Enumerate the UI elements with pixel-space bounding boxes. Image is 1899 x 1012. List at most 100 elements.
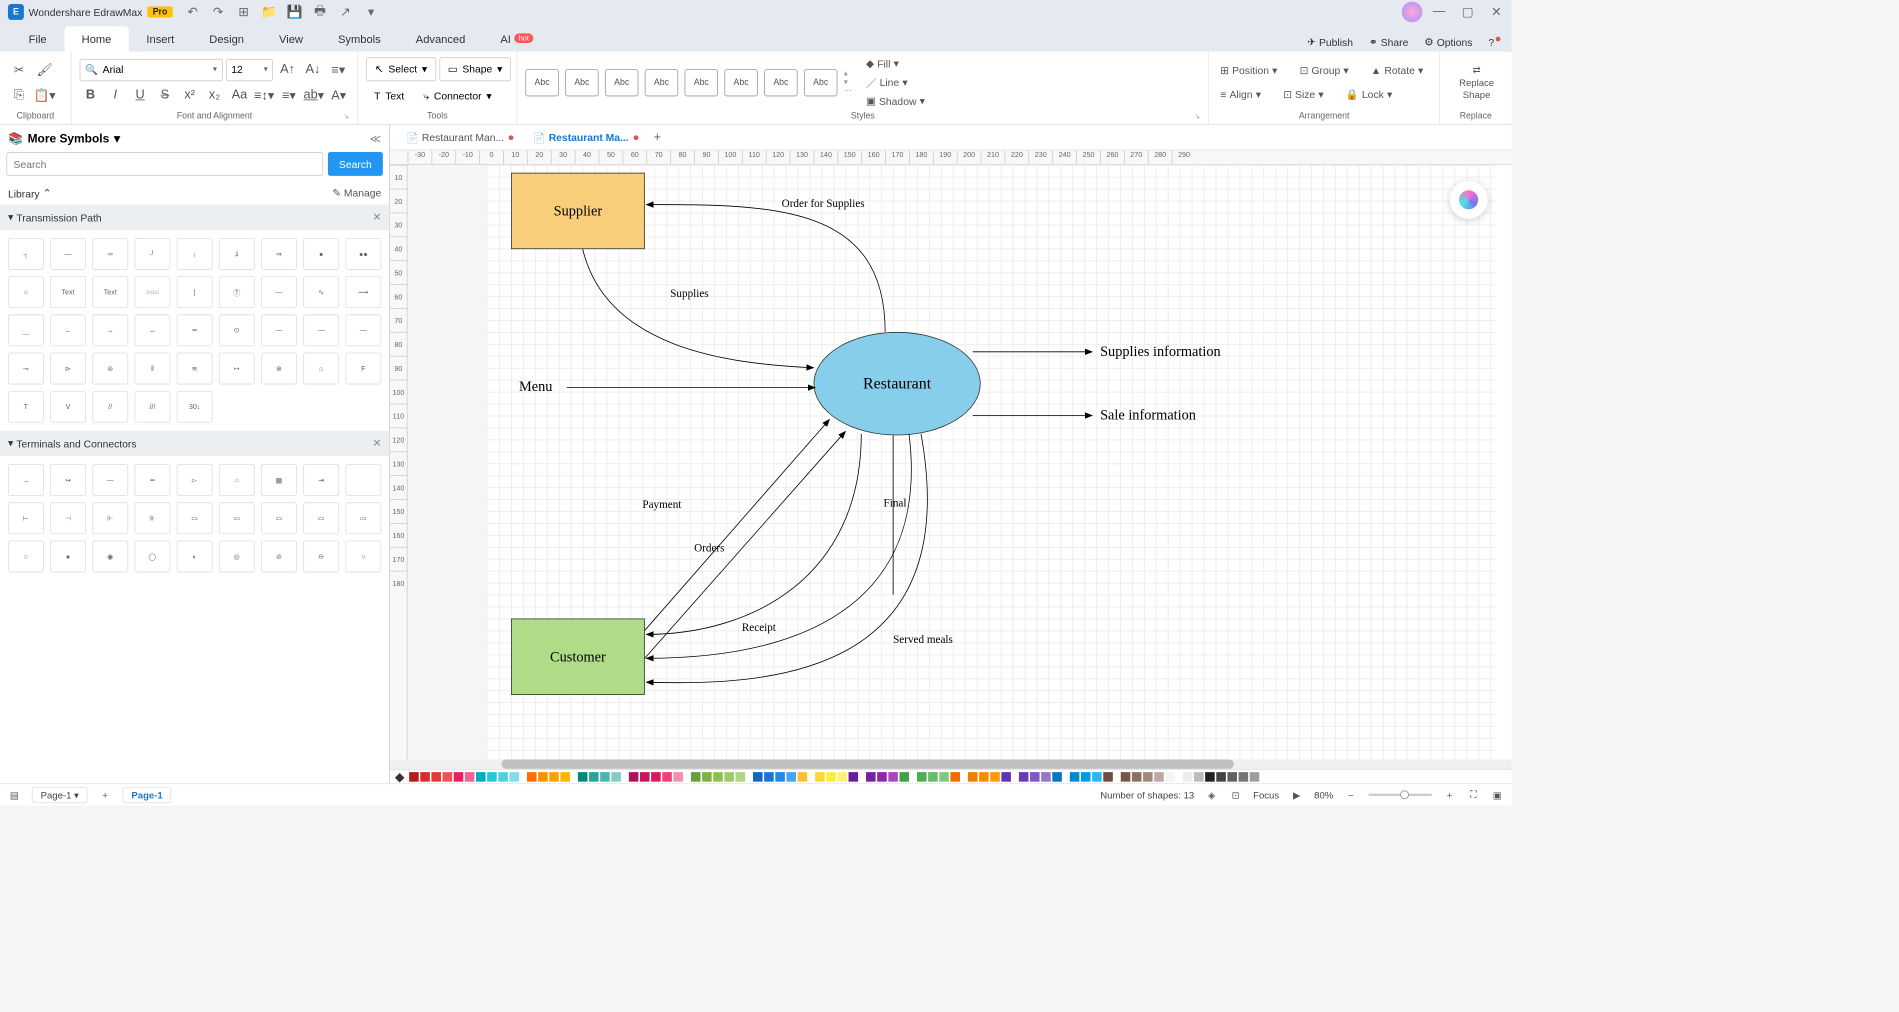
- shape-item[interactable]: ⊖: [303, 540, 339, 572]
- font-color-icon[interactable]: A▾: [328, 84, 350, 106]
- highlight-icon[interactable]: ab▾: [303, 84, 325, 106]
- menu-view[interactable]: View: [262, 26, 321, 51]
- shape-item[interactable]: ⇥: [303, 464, 339, 496]
- color-swatch[interactable]: [1165, 772, 1175, 782]
- collapse-panel-icon[interactable]: ≪: [370, 132, 382, 146]
- color-swatch[interactable]: [899, 772, 909, 782]
- open-icon[interactable]: 📁: [262, 5, 276, 19]
- print-icon[interactable]: 🖶: [313, 5, 327, 19]
- color-swatch[interactable]: [476, 772, 486, 782]
- export-icon[interactable]: ↗: [338, 5, 352, 19]
- close-icon[interactable]: ✕: [1489, 5, 1503, 19]
- bucket-icon[interactable]: ◆: [395, 769, 408, 783]
- color-swatch[interactable]: [1205, 772, 1215, 782]
- style-preset-5[interactable]: Abc: [685, 69, 718, 96]
- shape-item[interactable]: |: [177, 276, 213, 308]
- dialog-launcher-icon[interactable]: ↘: [343, 112, 349, 121]
- color-swatch[interactable]: [1154, 772, 1164, 782]
- font-select[interactable]: 🔍Arial: [80, 59, 223, 81]
- paste-icon[interactable]: 📋▾: [33, 84, 55, 106]
- color-swatch[interactable]: [527, 772, 537, 782]
- color-swatch[interactable]: [1216, 772, 1226, 782]
- category-transmission[interactable]: ▾ Transmission Path✕: [0, 205, 389, 230]
- shape-restaurant[interactable]: Restaurant: [814, 332, 981, 435]
- color-swatch[interactable]: [849, 772, 859, 782]
- style-preset-1[interactable]: Abc: [525, 69, 558, 96]
- color-swatch[interactable]: [560, 772, 570, 782]
- color-swatch[interactable]: [1227, 772, 1237, 782]
- shape-item[interactable]: —: [261, 276, 297, 308]
- color-swatch[interactable]: [736, 772, 746, 782]
- color-swatch[interactable]: [1183, 772, 1193, 782]
- shape-item[interactable]: ↓: [177, 238, 213, 270]
- dialog-launcher-icon-2[interactable]: ↘: [1194, 112, 1200, 121]
- edge-label[interactable]: Orders: [694, 543, 724, 556]
- shape-item[interactable]: [345, 464, 381, 496]
- font-size-select[interactable]: 12: [226, 59, 274, 81]
- share-button[interactable]: ⚭Share: [1369, 36, 1408, 49]
- color-swatch[interactable]: [1001, 772, 1011, 782]
- edge-label[interactable]: Menu: [519, 378, 552, 395]
- menu-insert[interactable]: Insert: [129, 26, 192, 51]
- color-swatch[interactable]: [724, 772, 734, 782]
- shape-item[interactable]: ○: [8, 276, 44, 308]
- color-swatch[interactable]: [538, 772, 548, 782]
- color-swatch[interactable]: [798, 772, 808, 782]
- color-swatch[interactable]: [1239, 772, 1249, 782]
- fullscreen-icon[interactable]: ▣: [1491, 788, 1504, 801]
- shape-item[interactable]: V: [50, 391, 86, 423]
- shape-item[interactable]: —: [92, 464, 128, 496]
- color-swatch[interactable]: [589, 772, 599, 782]
- color-swatch[interactable]: [640, 772, 650, 782]
- shape-item[interactable]: ///: [135, 391, 171, 423]
- color-swatch[interactable]: [431, 772, 441, 782]
- shape-item[interactable]: ∿: [303, 276, 339, 308]
- style-preset-7[interactable]: Abc: [764, 69, 797, 96]
- user-avatar[interactable]: [1402, 2, 1423, 23]
- edge-label[interactable]: Sale information: [1100, 407, 1196, 424]
- zoom-in-icon[interactable]: +: [1443, 788, 1456, 801]
- color-swatch[interactable]: [454, 772, 464, 782]
- shape-item[interactable]: ▻: [177, 464, 213, 496]
- shape-item[interactable]: ⊣: [50, 502, 86, 534]
- fit-page-icon[interactable]: ⛶: [1467, 788, 1480, 801]
- edge-label[interactable]: Final: [884, 498, 907, 511]
- size-button[interactable]: ⊡ Size ▾: [1280, 86, 1327, 102]
- focus-label[interactable]: Focus: [1253, 789, 1279, 800]
- color-swatch[interactable]: [662, 772, 672, 782]
- shape-item[interactable]: ┐: [8, 238, 44, 270]
- shape-item[interactable]: ◯: [135, 540, 171, 572]
- color-swatch[interactable]: [611, 772, 621, 782]
- color-swatch[interactable]: [928, 772, 938, 782]
- shape-item[interactable]: Text: [92, 276, 128, 308]
- focus-icon[interactable]: ⊡: [1229, 788, 1242, 801]
- shape-item[interactable]: ▭: [303, 502, 339, 534]
- color-swatch[interactable]: [866, 772, 876, 782]
- shape-item[interactable]: →: [92, 314, 128, 346]
- strike-icon[interactable]: S: [154, 84, 176, 106]
- publish-button[interactable]: ✈Publish: [1307, 36, 1353, 49]
- shape-item[interactable]: ⊸: [8, 353, 44, 385]
- shape-item[interactable]: ⊩: [92, 502, 128, 534]
- color-swatch[interactable]: [487, 772, 497, 782]
- shape-tool[interactable]: ▭Shape ▾: [439, 57, 511, 81]
- shape-item[interactable]: ┘: [135, 238, 171, 270]
- style-up-icon[interactable]: ▴: [844, 69, 852, 78]
- zoom-slider[interactable]: [1368, 794, 1432, 796]
- help-button[interactable]: ?: [1488, 36, 1500, 48]
- select-tool[interactable]: ↖Select ▾: [366, 57, 436, 81]
- doc-tab-1[interactable]: 📄Restaurant Man...: [396, 125, 523, 150]
- shape-item[interactable]: ↔: [135, 314, 171, 346]
- edge-label[interactable]: Order for Supplies: [782, 198, 865, 211]
- rotate-button[interactable]: ▲ Rotate ▾: [1368, 62, 1427, 78]
- manage-button[interactable]: ✎ Manage: [332, 187, 381, 200]
- shape-item[interactable]: ○: [345, 540, 381, 572]
- decrease-font-icon[interactable]: A↓: [302, 59, 324, 81]
- position-button[interactable]: ⊞ Position ▾: [1217, 62, 1280, 78]
- shape-item[interactable]: ━: [135, 464, 171, 496]
- edge-label[interactable]: Supplies: [670, 288, 708, 301]
- underline-icon[interactable]: U: [129, 84, 151, 106]
- color-swatch[interactable]: [651, 772, 661, 782]
- menu-symbols[interactable]: Symbols: [320, 26, 398, 51]
- color-swatch[interactable]: [443, 772, 453, 782]
